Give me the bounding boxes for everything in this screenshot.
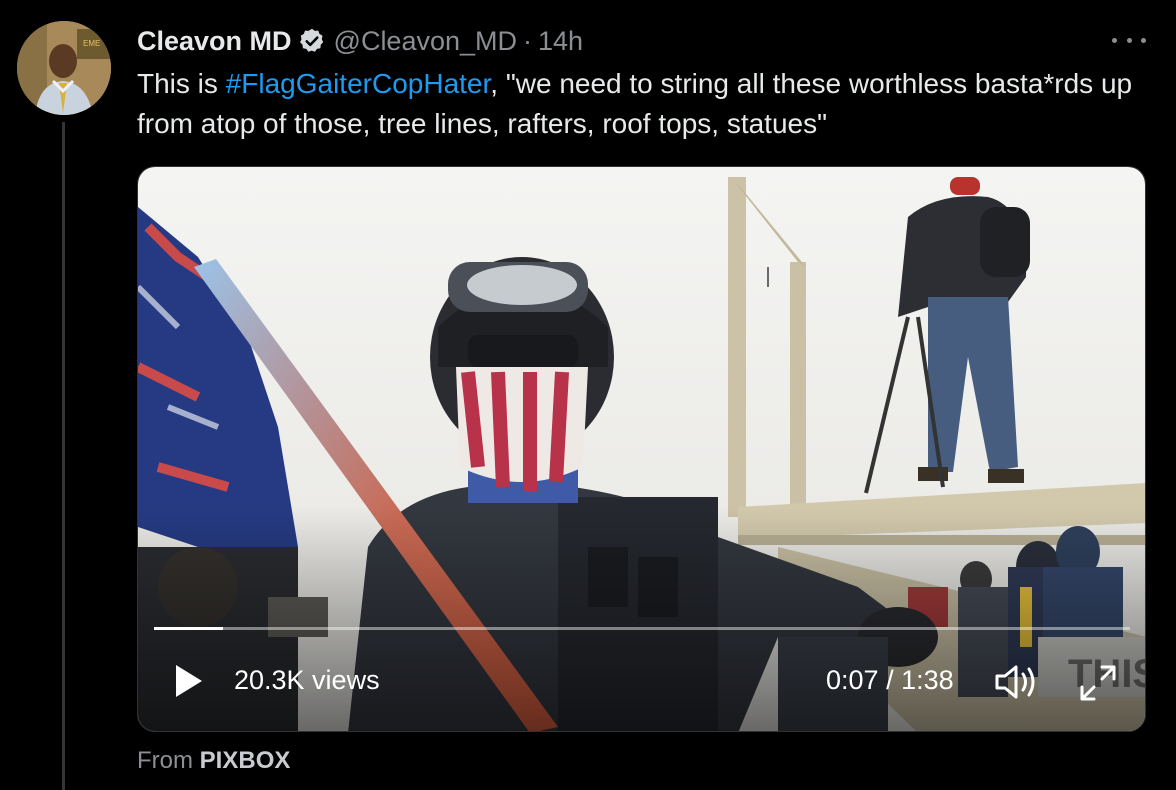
fullscreen-icon[interactable]: [1078, 663, 1118, 703]
media-source: From PIXBOX: [137, 747, 290, 775]
video-progress-bar[interactable]: [154, 627, 1130, 630]
avatar-image: EME: [17, 21, 111, 115]
video-controls: 20.3K views 0:07 / 1:38: [138, 657, 1145, 707]
time-separator: /: [878, 665, 902, 695]
video-duration: 1:38: [901, 665, 954, 695]
author-handle[interactable]: @Cleavon_MD: [334, 26, 517, 57]
video-timecode: 0:07 / 1:38: [826, 665, 954, 696]
video-player[interactable]: THIS 20.3K views 0:07 / 1:38: [137, 166, 1146, 732]
tweet-text-prefix: This is: [137, 68, 226, 99]
source-name-link[interactable]: PIXBOX: [200, 747, 291, 774]
source-prefix: From: [137, 747, 200, 774]
play-icon[interactable]: [172, 661, 206, 701]
current-time: 0:07: [826, 665, 879, 695]
verified-badge-icon: [299, 28, 323, 52]
author-name[interactable]: Cleavon MD: [137, 26, 292, 57]
thread-line: [62, 122, 65, 790]
svg-text:EME: EME: [83, 39, 100, 48]
tweet[interactable]: EME Cleavon MD @Cleavon_MD · 14h This is…: [0, 0, 1176, 790]
video-frame: THIS: [138, 167, 1145, 731]
hashtag-link[interactable]: #FlagGaiterCopHater: [226, 68, 491, 99]
separator-dot: ·: [523, 25, 533, 56]
more-dots-icon[interactable]: [1112, 27, 1146, 53]
tweet-header: Cleavon MD @Cleavon_MD · 14h: [137, 24, 583, 58]
video-progress-fill: [154, 627, 224, 630]
view-count: 20.3K views: [234, 665, 380, 695]
volume-icon[interactable]: [994, 663, 1040, 701]
tweet-timestamp[interactable]: 14h: [538, 26, 583, 57]
tweet-text: This is #FlagGaiterCopHater, "we need to…: [137, 64, 1137, 144]
avatar[interactable]: EME: [17, 21, 111, 115]
